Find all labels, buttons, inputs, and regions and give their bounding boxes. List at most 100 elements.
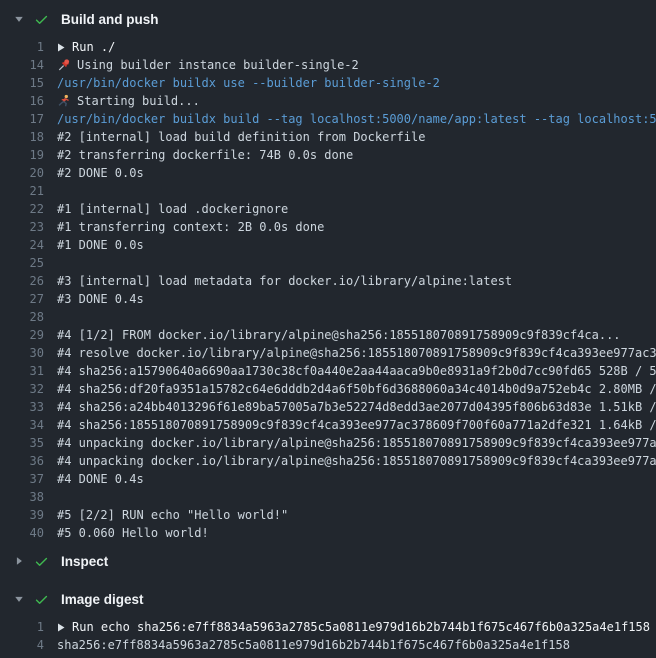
line-number[interactable]: 40 [0,524,44,542]
pushpin-icon [57,58,71,72]
log-text-content: /usr/bin/docker buildx build --tag local… [57,110,656,128]
chevron-down-icon[interactable] [14,14,24,24]
check-icon [34,554,49,569]
section-header-build-and-push[interactable]: Build and push [0,0,656,38]
log-text-content: #2 [internal] load build definition from… [57,128,425,146]
log-text-content: #2 DONE 0.0s [57,164,144,182]
line-number[interactable]: 18 [0,128,44,146]
log-line: 29 #4 [1/2] FROM docker.io/library/alpine… [0,326,656,344]
log-line: 1 Run ./ [0,38,656,56]
log-text: #4 DONE 0.4s [57,470,144,488]
log-line: 32#4 sha256:df20fa9351a15782c64e6dddb2d4… [0,380,656,398]
log-text-content: sha256:e7ff8834a5963a2785c5a0811e979d16b… [57,636,570,654]
line-number[interactable]: 32 [0,380,44,398]
run-expand-icon[interactable] [57,43,65,52]
section-header-image-digest[interactable]: Image digest [0,580,656,618]
section-log-body: 1 Run echo sha256:e7ff8834a5963a2785c5a08… [0,618,656,654]
line-number[interactable]: 37 [0,470,44,488]
log-text-content: #4 unpacking docker.io/library/alpine@sh… [57,452,656,470]
line-number[interactable]: 1 [0,38,44,56]
line-number[interactable]: 38 [0,488,44,506]
line-number[interactable]: 14 [0,56,44,74]
log-line: 35 #4 unpacking docker.io/library/alpine@… [0,434,656,452]
chevron-right-icon[interactable] [14,556,24,566]
line-number[interactable]: 20 [0,164,44,182]
log-section-build-and-push: Build and push1Run ./14Using builder ins… [0,0,656,542]
line-number[interactable]: 25 [0,254,44,272]
section-title: Build and push [61,12,159,27]
runner-icon [57,94,71,108]
log-line: 20 #2 DONE 0.0s [0,164,656,182]
log-text: #4 sha256:a15790640a6690aa1730c38cf0a440… [57,362,656,380]
log-line: 24 #1 DONE 0.0s [0,236,656,254]
log-text-content: #5 0.060 Hello world! [57,524,209,542]
log-text-content: #4 sha256:a15790640a6690aa1730c38cf0a440… [57,362,656,380]
log-line: 22#1 [internal] load .dockerignore [0,200,656,218]
line-number[interactable]: 35 [0,434,44,452]
line-number[interactable]: 24 [0,236,44,254]
log-text: /usr/bin/docker buildx build --tag local… [57,110,656,128]
log-text-content: /usr/bin/docker buildx use --builder bui… [57,74,440,92]
line-number[interactable]: 34 [0,416,44,434]
log-line: 15/usr/bin/docker buildx use --builder b… [0,74,656,92]
log-line: 23 #1 transferring context: 2B 0.0s done [0,218,656,236]
log-text: #4 sha256:a24bb4013296f61e89ba57005a7b3e… [57,398,656,416]
log-text-content: #2 transferring dockerfile: 74B 0.0s don… [57,146,353,164]
chevron-down-icon[interactable] [14,594,24,604]
line-number[interactable]: 33 [0,398,44,416]
log-line: 39 #5 [2/2] RUN echo "Hello world!" [0,506,656,524]
log-text-content: #3 DONE 0.4s [57,290,144,308]
log-line: 1 Run echo sha256:e7ff8834a5963a2785c5a08… [0,618,656,636]
section-header-inspect[interactable]: Inspect [0,542,656,580]
log-text-content: #4 sha256:185518070891758909c9f839cf4ca3… [57,416,656,434]
log-text: Run echo sha256:e7ff8834a5963a2785c5a081… [57,618,650,636]
log-line: 17/usr/bin/docker buildx build --tag loc… [0,110,656,128]
line-number[interactable]: 28 [0,308,44,326]
line-number[interactable]: 30 [0,344,44,362]
log-text: #4 unpacking docker.io/library/alpine@sh… [57,452,656,470]
log-text-content: Run ./ [72,38,115,56]
log-text: #2 [internal] load build definition from… [57,128,425,146]
line-number[interactable]: 26 [0,272,44,290]
line-number[interactable]: 29 [0,326,44,344]
line-number[interactable]: 17 [0,110,44,128]
line-number[interactable]: 15 [0,74,44,92]
line-number[interactable]: 27 [0,290,44,308]
log-text: #4 [1/2] FROM docker.io/library/alpine@s… [57,326,621,344]
line-number[interactable]: 39 [0,506,44,524]
log-text: #2 DONE 0.0s [57,164,144,182]
log-line: 38 [0,488,656,506]
log-text: #1 transferring context: 2B 0.0s done [57,218,324,236]
actions-log-viewer: Build and push1Run ./14Using builder ins… [0,0,656,658]
log-text-content: Starting build... [77,92,200,110]
line-number[interactable]: 4 [0,636,44,654]
line-number[interactable]: 31 [0,362,44,380]
log-line: 40 #5 0.060 Hello world! [0,524,656,542]
log-line: 33 #4 sha256:a24bb4013296f61e89ba57005a7b… [0,398,656,416]
log-text-content: #1 DONE 0.0s [57,236,144,254]
log-text-content: #4 unpacking docker.io/library/alpine@sh… [57,434,656,452]
log-text: #5 [2/2] RUN echo "Hello world!" [57,506,288,524]
log-text-content: #4 DONE 0.4s [57,470,144,488]
line-number[interactable]: 19 [0,146,44,164]
log-text-content: #1 transferring context: 2B 0.0s done [57,218,324,236]
log-text: Starting build... [57,92,200,110]
log-text: #4 unpacking docker.io/library/alpine@sh… [57,434,656,452]
log-text: #5 0.060 Hello world! [57,524,209,542]
log-text-content: #5 [2/2] RUN echo "Hello world!" [57,506,288,524]
line-number[interactable]: 23 [0,218,44,236]
line-number[interactable]: 1 [0,618,44,636]
run-expand-icon[interactable] [57,623,65,632]
log-text: sha256:e7ff8834a5963a2785c5a0811e979d16b… [57,636,570,654]
line-number[interactable]: 36 [0,452,44,470]
line-number[interactable]: 22 [0,200,44,218]
line-number[interactable]: 16 [0,92,44,110]
log-line: 26#3 [internal] load metadata for docker… [0,272,656,290]
line-number[interactable]: 21 [0,182,44,200]
log-text-content: #4 [1/2] FROM docker.io/library/alpine@s… [57,326,621,344]
log-text-content: #4 resolve docker.io/library/alpine@sha2… [57,344,656,362]
check-icon [34,12,49,27]
log-section-inspect: Inspect [0,542,656,580]
log-line: 31 #4 sha256:a15790640a6690aa1730c38cf0a4… [0,362,656,380]
log-line: 36 #4 unpacking docker.io/library/alpine@… [0,452,656,470]
